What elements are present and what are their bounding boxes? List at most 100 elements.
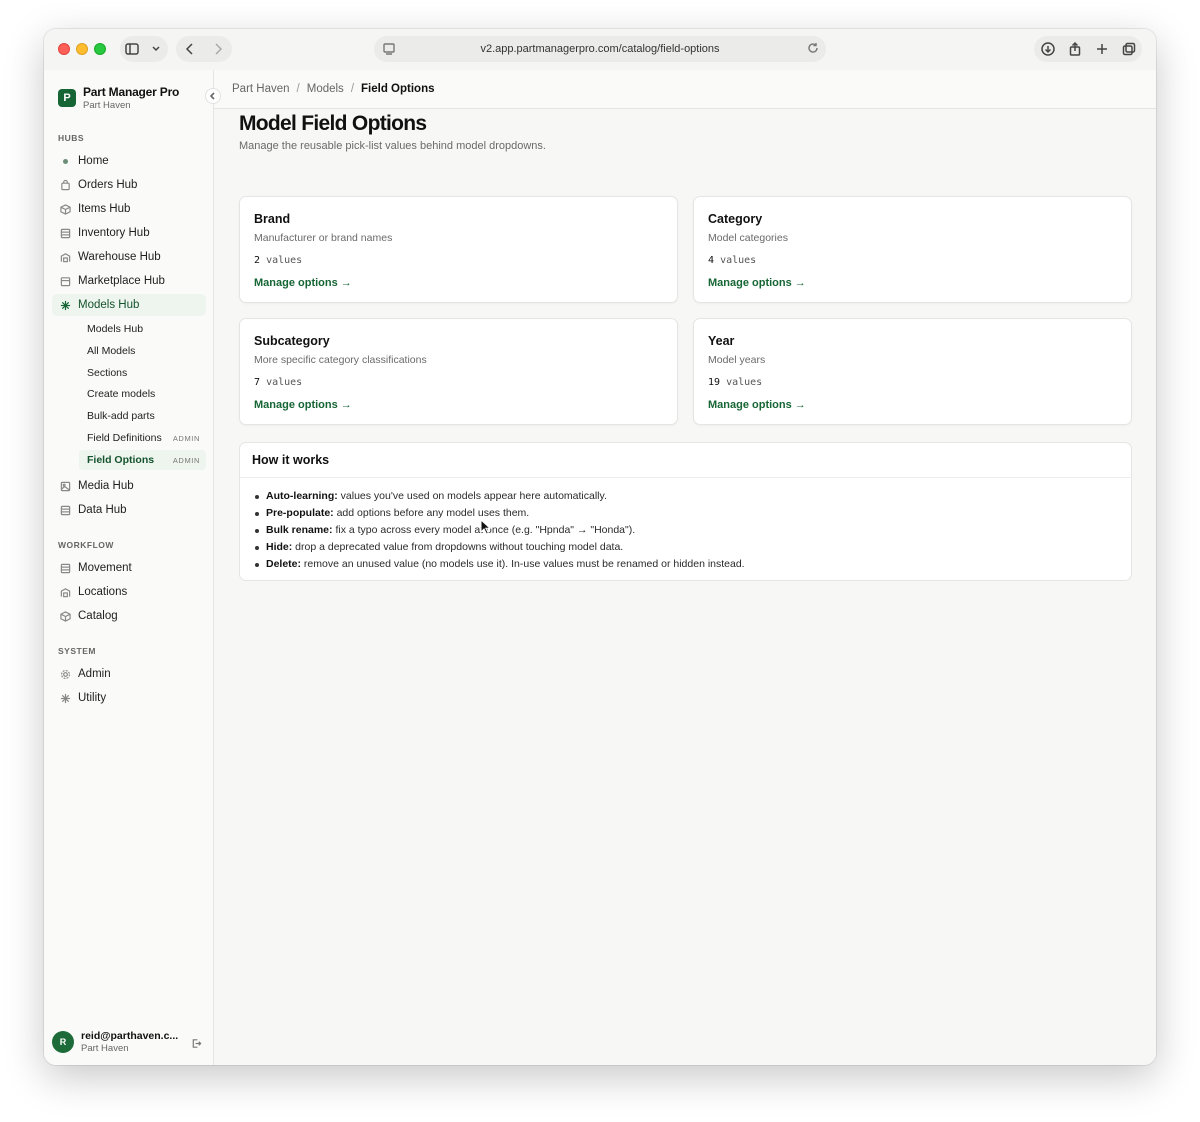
warehouse-icon (58, 585, 72, 599)
sidebar-item-admin[interactable]: Admin (52, 663, 206, 685)
maximize-window-button[interactable] (94, 43, 106, 55)
avatar: R (52, 1031, 74, 1053)
user-menu[interactable]: R reid@parthaven.c... Part Haven (52, 1027, 206, 1057)
how-it-works-title: How it works (240, 443, 1131, 478)
sidebar-toggle-icon[interactable] (121, 38, 143, 60)
sub-item-label: Bulk-add parts (87, 410, 155, 422)
sub-item-bulk-add-parts[interactable]: Bulk-add parts (79, 406, 206, 426)
history-nav-group (176, 36, 232, 62)
new-tab-icon[interactable] (1091, 38, 1113, 60)
field-card-subcategory: Subcategory More specific category class… (239, 318, 678, 425)
close-window-button[interactable] (58, 43, 70, 55)
logout-icon[interactable] (191, 1036, 202, 1054)
card-value-count: 2 values (254, 255, 303, 266)
sidebar-item-label: Warehouse Hub (78, 251, 161, 263)
field-card-brand: Brand Manufacturer or brand names 2 valu… (239, 196, 678, 303)
download-icon[interactable] (1037, 38, 1059, 60)
sidebar-item-locations[interactable]: Locations (52, 581, 206, 603)
card-description: Model years (708, 354, 766, 366)
card-title: Brand (254, 212, 291, 226)
sub-item-sections[interactable]: Sections (79, 363, 206, 383)
sidebar-toggle-group (120, 36, 168, 62)
sidebar-item-label: Marketplace Hub (78, 275, 165, 287)
section-label-hubs: HUBS (58, 133, 85, 143)
sidebar-item-items-hub[interactable]: Items Hub (52, 198, 206, 220)
collapse-sidebar-button[interactable] (205, 88, 221, 104)
sidebar-item-label: Items Hub (78, 203, 131, 215)
sidebar-item-label: Admin (78, 668, 111, 680)
list-icon (58, 503, 72, 517)
card-title: Subcategory (254, 334, 330, 348)
reload-icon[interactable] (806, 41, 820, 58)
tab-overview-icon[interactable] (1118, 38, 1140, 60)
card-title: Year (708, 334, 735, 348)
breadcrumb-org[interactable]: Part Haven (232, 83, 290, 95)
sidebar-item-marketplace-hub[interactable]: Marketplace Hub (52, 270, 206, 292)
list-item: Pre-populate: add options before any mod… (254, 505, 1131, 522)
minimize-window-button[interactable] (76, 43, 88, 55)
brand-name: Part Manager Pro (83, 85, 180, 99)
user-email: reid@parthaven.c... (81, 1030, 179, 1042)
mouse-cursor-icon (480, 518, 492, 540)
address-bar[interactable]: v2.app.partmanagerpro.com/catalog/field-… (374, 36, 826, 62)
card-description: More specific category classifications (254, 354, 427, 366)
sidebar-item-label: Catalog (78, 610, 118, 622)
image-icon (58, 479, 72, 493)
cube-icon (58, 202, 72, 216)
sidebar-item-data-hub[interactable]: Data Hub (52, 499, 206, 521)
admin-badge: ADMIN (172, 433, 200, 443)
breadcrumb-models[interactable]: Models (307, 83, 344, 95)
manage-options-link[interactable]: Manage options → (254, 399, 352, 411)
browser-titlebar: v2.app.partmanagerpro.com/catalog/field-… (44, 29, 1156, 70)
url-text[interactable]: v2.app.partmanagerpro.com/catalog/field-… (480, 43, 719, 55)
sidebar-item-label: Orders Hub (78, 179, 138, 191)
warehouse-icon (58, 250, 72, 264)
sidebar: P Part Manager Pro Part Haven HUBS Home … (44, 70, 214, 1065)
brand-org: Part Haven (83, 100, 131, 111)
field-card-category: Category Model categories 4 values Manag… (693, 196, 1132, 303)
sidebar-item-media-hub[interactable]: Media Hub (52, 475, 206, 497)
how-it-works-panel: How it works Auto-learning: values you'v… (239, 442, 1132, 581)
sidebar-item-catalog[interactable]: Catalog (52, 605, 206, 627)
sub-item-field-options[interactable]: Field Options ADMIN (79, 450, 206, 470)
sub-item-label: All Models (87, 345, 136, 357)
card-value-count: 19 values (708, 377, 763, 388)
sidebar-item-utility[interactable]: Utility (52, 687, 206, 709)
page-title: Model Field Options (239, 112, 427, 135)
sub-item-label: Create models (87, 388, 156, 400)
back-arrow-icon[interactable] (179, 38, 201, 60)
manage-options-link[interactable]: Manage options → (708, 399, 806, 411)
card-value-count: 4 values (708, 255, 757, 266)
sidebar-item-inventory-hub[interactable]: Inventory Hub (52, 222, 206, 244)
sub-item-label: Sections (87, 367, 128, 379)
sidebar-item-label: Home (78, 155, 109, 167)
list-icon (58, 561, 72, 575)
main-content: Part Haven / Models / Field Options Mode… (214, 70, 1156, 1065)
card-description: Model categories (708, 232, 788, 244)
field-card-year: Year Model years 19 values Manage option… (693, 318, 1132, 425)
chevron-down-icon[interactable] (145, 38, 167, 60)
cube-icon (58, 609, 72, 623)
sidebar-item-warehouse-hub[interactable]: Warehouse Hub (52, 246, 206, 268)
forward-arrow-icon[interactable] (207, 38, 229, 60)
admin-badge: ADMIN (172, 455, 200, 465)
sidebar-item-home[interactable]: Home (52, 150, 206, 172)
brand[interactable]: P Part Manager Pro Part Haven (58, 85, 179, 111)
sidebar-item-orders-hub[interactable]: Orders Hub (52, 174, 206, 196)
sparkle-icon (58, 691, 72, 705)
sub-item-field-definitions[interactable]: Field Definitions ADMIN (79, 428, 206, 448)
share-icon[interactable] (1064, 38, 1086, 60)
sidebar-item-label: Data Hub (78, 504, 127, 516)
sidebar-item-models-hub[interactable]: Models Hub (52, 294, 206, 316)
manage-options-link[interactable]: Manage options → (254, 277, 352, 289)
gear-icon (58, 667, 72, 681)
sub-item-create-models[interactable]: Create models (79, 384, 206, 404)
sub-item-models-hub[interactable]: Models Hub (79, 319, 206, 339)
sidebar-item-movement[interactable]: Movement (52, 557, 206, 579)
page-settings-icon[interactable] (382, 42, 396, 59)
manage-options-link[interactable]: Manage options → (708, 277, 806, 289)
sidebar-item-label: Locations (78, 586, 128, 598)
list-item: Bulk rename: fix a typo across every mod… (254, 522, 1131, 539)
sub-item-all-models[interactable]: All Models (79, 341, 206, 361)
browser-actions-group (1034, 36, 1142, 62)
